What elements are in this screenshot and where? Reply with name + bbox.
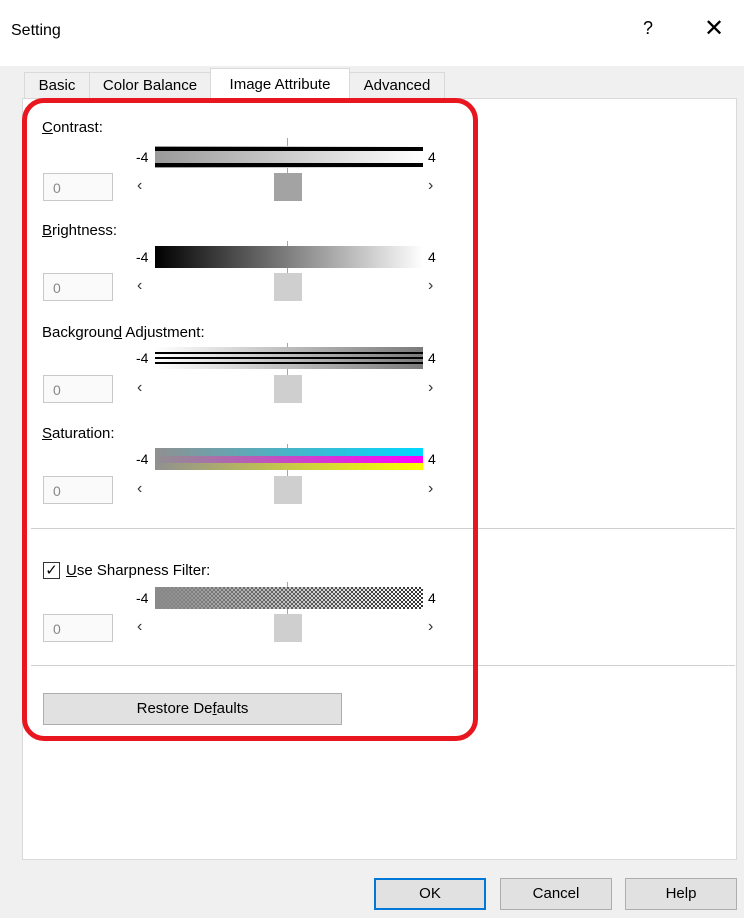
background-adjustment-label: Background Adjustment: bbox=[42, 324, 205, 341]
background-max-label: 4 bbox=[428, 350, 436, 366]
sharpness-value-field[interactable]: 0 bbox=[43, 614, 113, 642]
background-slider-thumb[interactable] bbox=[274, 375, 302, 403]
sharpness-increase-arrow[interactable]: › bbox=[428, 618, 433, 636]
cancel-button[interactable]: Cancel bbox=[500, 878, 612, 910]
separator-2 bbox=[31, 665, 735, 666]
sharpness-checkbox[interactable]: ✓ bbox=[43, 562, 60, 579]
contrast-slider-thumb[interactable] bbox=[274, 173, 302, 201]
background-gradient bbox=[155, 347, 423, 369]
restore-defaults-button[interactable]: Restore Defaults bbox=[43, 693, 342, 725]
background-value-field[interactable]: 0 bbox=[43, 375, 113, 403]
brightness-slider-thumb[interactable] bbox=[274, 273, 302, 301]
brightness-increase-arrow[interactable]: › bbox=[428, 277, 433, 295]
brightness-gradient bbox=[155, 246, 423, 268]
sharpness-min-label: -4 bbox=[136, 590, 149, 606]
brightness-value-field[interactable]: 0 bbox=[43, 273, 113, 301]
sharpness-max-label: 4 bbox=[428, 590, 436, 606]
saturation-label: Saturation: bbox=[42, 425, 115, 442]
background-decrease-arrow[interactable]: ‹ bbox=[137, 379, 142, 397]
saturation-max-label: 4 bbox=[428, 451, 436, 467]
contrast-value-field[interactable]: 0 bbox=[43, 173, 113, 201]
brightness-min-label: -4 bbox=[136, 249, 149, 265]
brightness-label: Brightness: bbox=[42, 222, 118, 239]
saturation-min-label: -4 bbox=[136, 451, 149, 467]
background-increase-arrow[interactable]: › bbox=[428, 379, 433, 397]
saturation-decrease-arrow[interactable]: ‹ bbox=[137, 480, 142, 498]
contrast-increase-arrow[interactable]: › bbox=[428, 177, 433, 195]
saturation-value-field[interactable]: 0 bbox=[43, 476, 113, 504]
separator-1 bbox=[31, 528, 735, 529]
help-button[interactable]: Help bbox=[625, 878, 737, 910]
sharpness-label[interactable]: Use Sharpness Filter: bbox=[66, 562, 210, 579]
saturation-increase-arrow[interactable]: › bbox=[428, 480, 433, 498]
background-min-label: -4 bbox=[136, 350, 149, 366]
contrast-gradient bbox=[155, 146, 423, 168]
contrast-max-label: 4 bbox=[428, 149, 436, 165]
panel-content: Contrast: -4 4 0 ‹ › Brightness: -4 4 0 … bbox=[0, 0, 744, 918]
sharpness-slider-thumb[interactable] bbox=[274, 614, 302, 642]
sharpness-gradient bbox=[155, 587, 423, 609]
contrast-min-label: -4 bbox=[136, 149, 149, 165]
sharpness-decrease-arrow[interactable]: ‹ bbox=[137, 618, 142, 636]
saturation-gradient bbox=[155, 448, 423, 470]
ok-button[interactable]: OK bbox=[374, 878, 486, 910]
saturation-slider-thumb[interactable] bbox=[274, 476, 302, 504]
brightness-max-label: 4 bbox=[428, 249, 436, 265]
contrast-label: Contrast: bbox=[42, 119, 103, 136]
contrast-decrease-arrow[interactable]: ‹ bbox=[137, 177, 142, 195]
brightness-decrease-arrow[interactable]: ‹ bbox=[137, 277, 142, 295]
